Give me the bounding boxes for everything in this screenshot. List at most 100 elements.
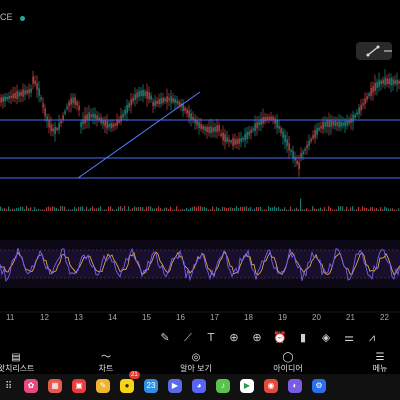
candle-body bbox=[48, 120, 50, 128]
candle-body bbox=[108, 123, 110, 127]
volume-bar bbox=[290, 206, 292, 211]
settings-app-icon[interactable]: ⚙ bbox=[312, 379, 326, 393]
nav-ideas[interactable]: ◯ 아이디어 bbox=[258, 352, 318, 374]
notification-badge: 21 bbox=[129, 371, 140, 379]
add-icon[interactable]: ⊕ bbox=[250, 331, 264, 345]
volume-bar bbox=[82, 206, 84, 211]
volume-bar bbox=[354, 209, 356, 211]
candle-body bbox=[302, 151, 304, 155]
volume-bar bbox=[364, 207, 366, 211]
candle-body bbox=[210, 126, 212, 134]
music-app-icon[interactable]: ♪ bbox=[216, 379, 230, 393]
flower-app-icon[interactable]: ✿ bbox=[24, 379, 38, 393]
pattern-icon[interactable]: ⩘ bbox=[365, 331, 379, 345]
candle-body bbox=[12, 93, 14, 99]
volume-bar bbox=[56, 207, 58, 211]
text-icon[interactable]: Ｔ bbox=[204, 331, 218, 345]
live-status-icon bbox=[20, 16, 25, 21]
candle-body bbox=[298, 162, 300, 170]
candle-type-icon[interactable]: ▮ bbox=[296, 331, 310, 345]
candle-body bbox=[282, 131, 284, 138]
volume-bar bbox=[378, 209, 380, 211]
nav-chart[interactable]: 〜 차트 bbox=[76, 352, 136, 374]
app-drawer-icon[interactable]: ⠿ bbox=[5, 381, 12, 392]
ruler-icon[interactable]: ⟋ bbox=[181, 331, 195, 345]
date-tick-label: 19 bbox=[278, 313, 287, 322]
trend-line bbox=[77, 91, 201, 179]
volume-bar bbox=[86, 207, 88, 211]
crosshair-icon[interactable]: ⊕ bbox=[227, 331, 241, 345]
volume-bar bbox=[24, 209, 26, 211]
candle-body bbox=[288, 143, 290, 151]
volume-bar bbox=[234, 208, 236, 211]
watchlist-icon: ▤ bbox=[11, 352, 21, 363]
volume-bar bbox=[208, 209, 210, 211]
pencil-icon[interactable]: ✎ bbox=[158, 331, 172, 345]
date-tick-label: 17 bbox=[210, 313, 219, 322]
chrome-app-icon[interactable]: ◉ bbox=[264, 379, 278, 393]
candle-body bbox=[310, 138, 312, 142]
candle-body bbox=[254, 123, 256, 132]
candle-body bbox=[186, 109, 188, 114]
volume-bar bbox=[44, 209, 46, 211]
volume-bar bbox=[390, 208, 392, 211]
nav-menu[interactable]: ☰ 메뉴 bbox=[350, 352, 400, 374]
date-tick-label: 14 bbox=[108, 313, 117, 322]
candle-body bbox=[104, 120, 106, 127]
note-app-icon[interactable]: ✎ bbox=[96, 379, 110, 393]
candle-body bbox=[280, 128, 282, 134]
volume-bar bbox=[168, 208, 170, 211]
volume-bar bbox=[132, 207, 134, 211]
candle-body bbox=[8, 96, 10, 99]
clip-app-icon[interactable]: ▶ bbox=[168, 379, 182, 393]
candle-body bbox=[164, 98, 166, 101]
volume-bar bbox=[4, 208, 6, 211]
volume-bar bbox=[108, 206, 110, 211]
candle-body bbox=[120, 115, 122, 122]
candle-body bbox=[162, 97, 164, 103]
candle-body bbox=[40, 97, 42, 100]
kakaotalk-app-icon[interactable]: ● bbox=[120, 379, 134, 393]
chart-canvas[interactable]: CE bbox=[0, 0, 400, 325]
volume-bar bbox=[266, 209, 268, 211]
candle-body bbox=[258, 121, 260, 126]
alarm-icon[interactable]: ⏰ bbox=[273, 331, 287, 345]
drawing-tools-button[interactable] bbox=[356, 42, 392, 60]
volume-bar bbox=[384, 206, 386, 211]
candle-body bbox=[348, 120, 350, 124]
discord-app-icon[interactable]: ◕ bbox=[192, 379, 206, 393]
volume-bar bbox=[202, 207, 204, 211]
price-chart[interactable] bbox=[0, 0, 400, 325]
candle-body bbox=[274, 118, 276, 124]
candle-body bbox=[324, 122, 326, 127]
candle-body bbox=[138, 91, 140, 97]
photos-app-icon[interactable]: ▣ bbox=[72, 379, 86, 393]
volume-bar bbox=[194, 206, 196, 211]
settings-icon[interactable]: ⚌ bbox=[342, 331, 356, 345]
volume-bar bbox=[334, 209, 336, 211]
volume-bar bbox=[292, 209, 294, 211]
candle-body bbox=[248, 131, 250, 136]
candle-body bbox=[256, 122, 258, 129]
volume-bar bbox=[366, 208, 368, 211]
candle-body bbox=[342, 122, 344, 126]
nav-watchlist[interactable]: ▤ 왓치리스트 bbox=[0, 352, 46, 374]
volume-bar bbox=[278, 207, 280, 211]
volume-bar bbox=[78, 207, 80, 211]
candle-body bbox=[194, 118, 196, 124]
candle-body bbox=[150, 95, 152, 100]
samsung-internet-app-icon[interactable]: ◐ bbox=[288, 379, 302, 393]
nav-explore[interactable]: ◎ 알아 보기 bbox=[166, 352, 226, 374]
volume-bar bbox=[66, 209, 68, 211]
layers-icon[interactable]: ◈ bbox=[319, 331, 333, 345]
volume-bar bbox=[380, 207, 382, 211]
calendar2-app-icon[interactable]: 23 bbox=[144, 379, 158, 393]
ticker-label: CE bbox=[0, 12, 13, 22]
candle-body bbox=[278, 125, 280, 129]
calendar-app-icon[interactable]: ▦ bbox=[48, 379, 62, 393]
volume-bar bbox=[330, 207, 332, 211]
candle-body bbox=[176, 100, 178, 104]
play-store-app-icon[interactable]: ▶ bbox=[240, 379, 254, 393]
candle-body bbox=[270, 116, 272, 120]
volume-bar bbox=[100, 206, 102, 211]
